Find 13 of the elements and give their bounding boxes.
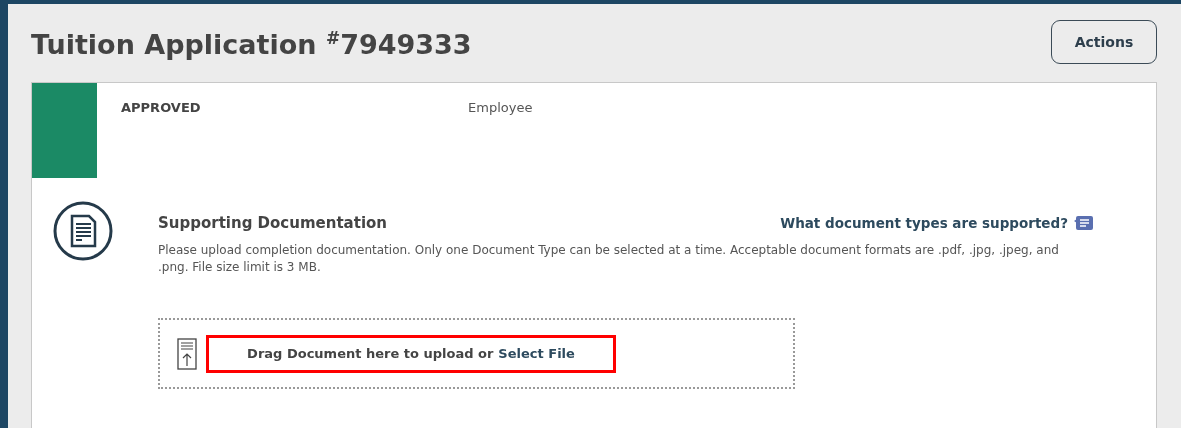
select-file-link[interactable]: Select File xyxy=(498,346,575,361)
section-heading: Supporting Documentation xyxy=(158,214,387,232)
upload-instructions: Please upload completion documentation. Only one Document Type can be selected at a time. Acceptable document formats are .pdf, .jpg, .jpeg, and .png. File size limit is 3 MB. xyxy=(158,242,1060,276)
actions-button[interactable]: Actions xyxy=(1051,19,1157,64)
role-label: Employee xyxy=(468,100,533,117)
document-icon xyxy=(52,200,114,262)
help-link[interactable]: What document types are supported? xyxy=(780,215,1093,231)
comment-icon xyxy=(1074,216,1093,230)
upload-icon xyxy=(177,337,197,370)
status-label: APPROVED xyxy=(121,100,202,117)
upload-prompt: Drag Document here to upload or Select File xyxy=(206,334,616,373)
upload-dropzone[interactable]: Drag Document here to upload or Select File xyxy=(158,318,795,389)
page-title: Tuition Application $^{#}$7949333 xyxy=(31,27,472,60)
